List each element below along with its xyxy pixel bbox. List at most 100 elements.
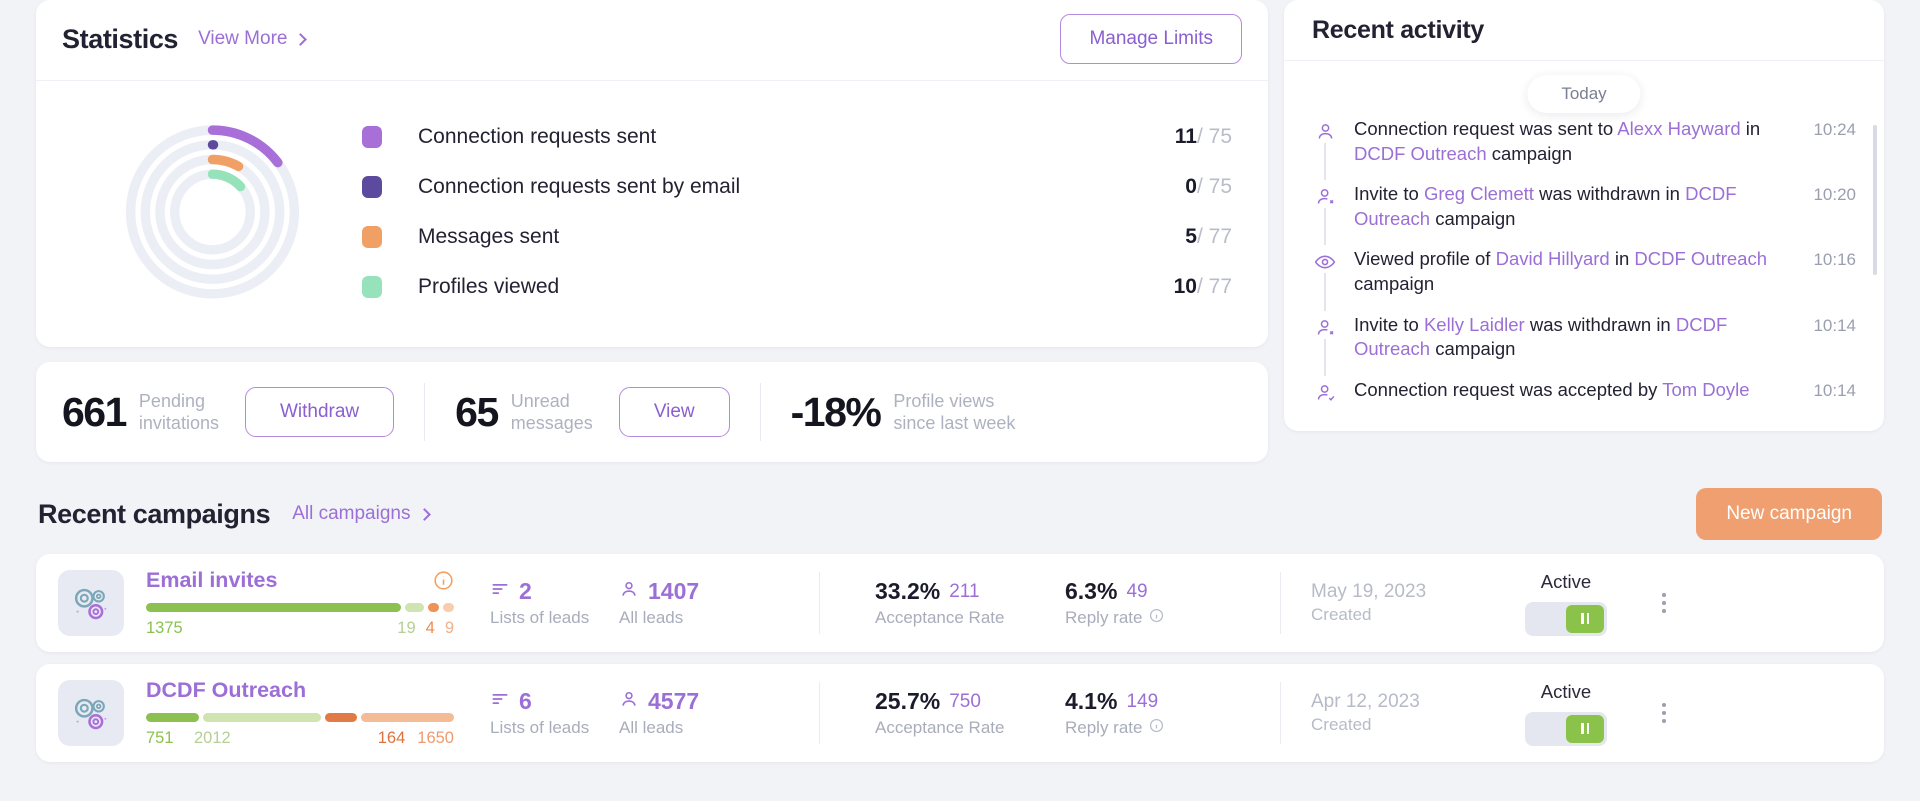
- campaign-menu-button[interactable]: [1641, 589, 1687, 617]
- dashboard-page: Statistics View More Manage Limits Conne…: [0, 0, 1920, 801]
- activity-link-campaign[interactable]: DCDF Outreach: [1354, 314, 1727, 360]
- activity-link-person[interactable]: Tom Doyle: [1662, 379, 1749, 400]
- created-date: May 19, 2023: [1311, 581, 1427, 602]
- metric-count: 211: [949, 580, 980, 602]
- kpi-label-line1: Pending: [138, 390, 205, 411]
- gears-illustration: [74, 588, 107, 620]
- top-row: Statistics View More Manage Limits Conne…: [36, 0, 1884, 462]
- kpi-label: Unread messages: [511, 390, 593, 435]
- divider: [424, 383, 426, 441]
- info-icon[interactable]: [1149, 608, 1164, 628]
- withdraw-button[interactable]: Withdraw: [244, 387, 395, 437]
- activity-item: Invite to Kelly Laidler was withdrawn in…: [1312, 301, 1856, 376]
- metric-reply-rate: 6.3% 49 Reply rate: [1065, 578, 1280, 628]
- campaign-row[interactable]: Email invites 1375 19 4 9 2 Lists of lea…: [36, 554, 1884, 652]
- campaign-main: DCDF Outreach 751 2012 164 1650: [124, 678, 454, 748]
- legend-value-current: 5: [1185, 225, 1197, 248]
- manage-limits-button[interactable]: Manage Limits: [1060, 14, 1242, 64]
- progress-segment-sent: [146, 603, 401, 612]
- progress-number: 19: [397, 619, 416, 637]
- metric-percent: 4.1%: [1065, 688, 1118, 714]
- kpi-strip: 661 Pending invitations Withdraw 65 Unre…: [36, 362, 1268, 462]
- all-campaigns-link[interactable]: All campaigns: [292, 503, 432, 525]
- legend-value-limit: 75: [1208, 125, 1232, 148]
- metric-value: 6: [519, 688, 532, 714]
- legend-swatch-connection-requests-sent: [362, 126, 382, 148]
- campaign-status: Active: [1491, 681, 1641, 746]
- metric-count: 49: [1126, 580, 1148, 602]
- legend-label: Connection requests sent: [418, 125, 657, 148]
- legend-value-current: 11: [1174, 125, 1197, 148]
- kpi-label: Pending invitations: [139, 390, 219, 435]
- kpi-number: -18%: [790, 388, 882, 435]
- activity-link-campaign[interactable]: DCDF Outreach: [1354, 143, 1487, 164]
- donut-svg: [125, 125, 299, 299]
- view-more-link[interactable]: View More: [198, 28, 308, 50]
- progress-segment-other: [360, 713, 454, 722]
- campaign-progress-bar: [146, 603, 454, 612]
- activity-link-person[interactable]: David Hillyard: [1496, 248, 1610, 269]
- activity-item: Viewed profile of David Hillyard in DCDF…: [1312, 235, 1856, 311]
- kpi-label-line2: since last week: [893, 413, 1016, 433]
- view-button[interactable]: View: [618, 387, 730, 437]
- activity-text: Invite to Greg Clemett was withdrawn in …: [1354, 183, 1737, 229]
- activity-scrollbar[interactable]: [1873, 125, 1877, 275]
- recent-activity-title: Recent activity: [1312, 16, 1484, 44]
- view-more-label: View More: [198, 28, 288, 49]
- kpi-number: 65: [455, 388, 499, 435]
- activity-link-person[interactable]: Alexx Hayward: [1617, 118, 1740, 139]
- toggle-knob-pause-icon: [1566, 604, 1604, 633]
- metric-label: All leads: [619, 718, 684, 737]
- campaign-name[interactable]: DCDF Outreach: [146, 678, 306, 703]
- metric-value: 2: [519, 578, 532, 604]
- campaign-row[interactable]: DCDF Outreach 751 2012 164 1650 6 Lists …: [36, 664, 1884, 762]
- legend-item: Profiles viewed 10/ 77: [362, 262, 1232, 312]
- new-campaign-button[interactable]: New campaign: [1696, 488, 1882, 540]
- activity-link-person[interactable]: Kelly Laidler: [1424, 314, 1525, 335]
- status-badge: Active: [1540, 570, 1592, 592]
- metric-value-row: 4.1% 149: [1065, 688, 1280, 715]
- progress-number: 751: [146, 729, 174, 747]
- metric-value-row: 2: [490, 578, 619, 605]
- campaign-name[interactable]: Email invites: [146, 568, 277, 593]
- status-badge: Active: [1540, 680, 1592, 702]
- created-label: Created: [1311, 605, 1372, 624]
- campaign-main: Email invites 1375 19 4 9: [124, 568, 454, 638]
- activity-time: 10:20: [1813, 185, 1856, 205]
- legend-value-current: 0: [1185, 175, 1197, 198]
- metric-value-row: 6.3% 49: [1065, 578, 1280, 605]
- campaign-toggle[interactable]: [1525, 711, 1607, 746]
- info-icon[interactable]: [1149, 718, 1164, 738]
- campaign-status: Active: [1491, 571, 1641, 636]
- progress-number: 2012: [194, 729, 231, 747]
- campaign-menu-button[interactable]: [1641, 699, 1687, 727]
- recent-activity-list[interactable]: Today Connection request was sent to Ale…: [1284, 61, 1884, 431]
- metric-lists-of-leads: 2 Lists of leads: [454, 578, 619, 628]
- metric-label: All leads: [619, 608, 684, 627]
- legend-value: 0/ 75: [1185, 175, 1232, 199]
- chevron-right-icon: [294, 32, 308, 46]
- info-icon[interactable]: [433, 570, 454, 591]
- campaign-toggle[interactable]: [1525, 601, 1607, 636]
- today-divider: Today: [1527, 75, 1641, 113]
- activity-link-campaign[interactable]: DCDF Outreach: [1354, 183, 1737, 229]
- metric-percent: 25.7%: [875, 688, 941, 714]
- activity-text: Invite to Kelly Laidler was withdrawn in…: [1354, 313, 1728, 360]
- metric-label: Reply rate: [1065, 608, 1280, 628]
- activity-item: Connection request was sent to Alexx Hay…: [1312, 105, 1856, 181]
- activity-link-campaign[interactable]: DCDF Outreach: [1634, 248, 1767, 269]
- legend-swatch-messages-sent: [362, 226, 382, 248]
- kpi-unread-messages: 65 Unread messages View: [455, 387, 730, 437]
- legend-item: Messages sent 5/ 77: [362, 212, 1232, 262]
- activity-link-person[interactable]: Greg Clemett: [1424, 183, 1534, 204]
- metric-value-row: 25.7% 750: [875, 688, 1065, 715]
- created-date: Apr 12, 2023: [1311, 691, 1420, 712]
- metric-reply-rate: 4.1% 149 Reply rate: [1065, 688, 1280, 738]
- activity-time: 10:14: [1813, 380, 1856, 400]
- recent-campaigns-title: Recent campaigns: [38, 498, 271, 529]
- campaign-name-row: DCDF Outreach: [146, 678, 454, 703]
- legend-value-limit: 77: [1208, 225, 1232, 248]
- kpi-label-line1: Profile views: [893, 390, 995, 411]
- kpi-label-line2: messages: [510, 413, 593, 433]
- divider: [759, 383, 761, 441]
